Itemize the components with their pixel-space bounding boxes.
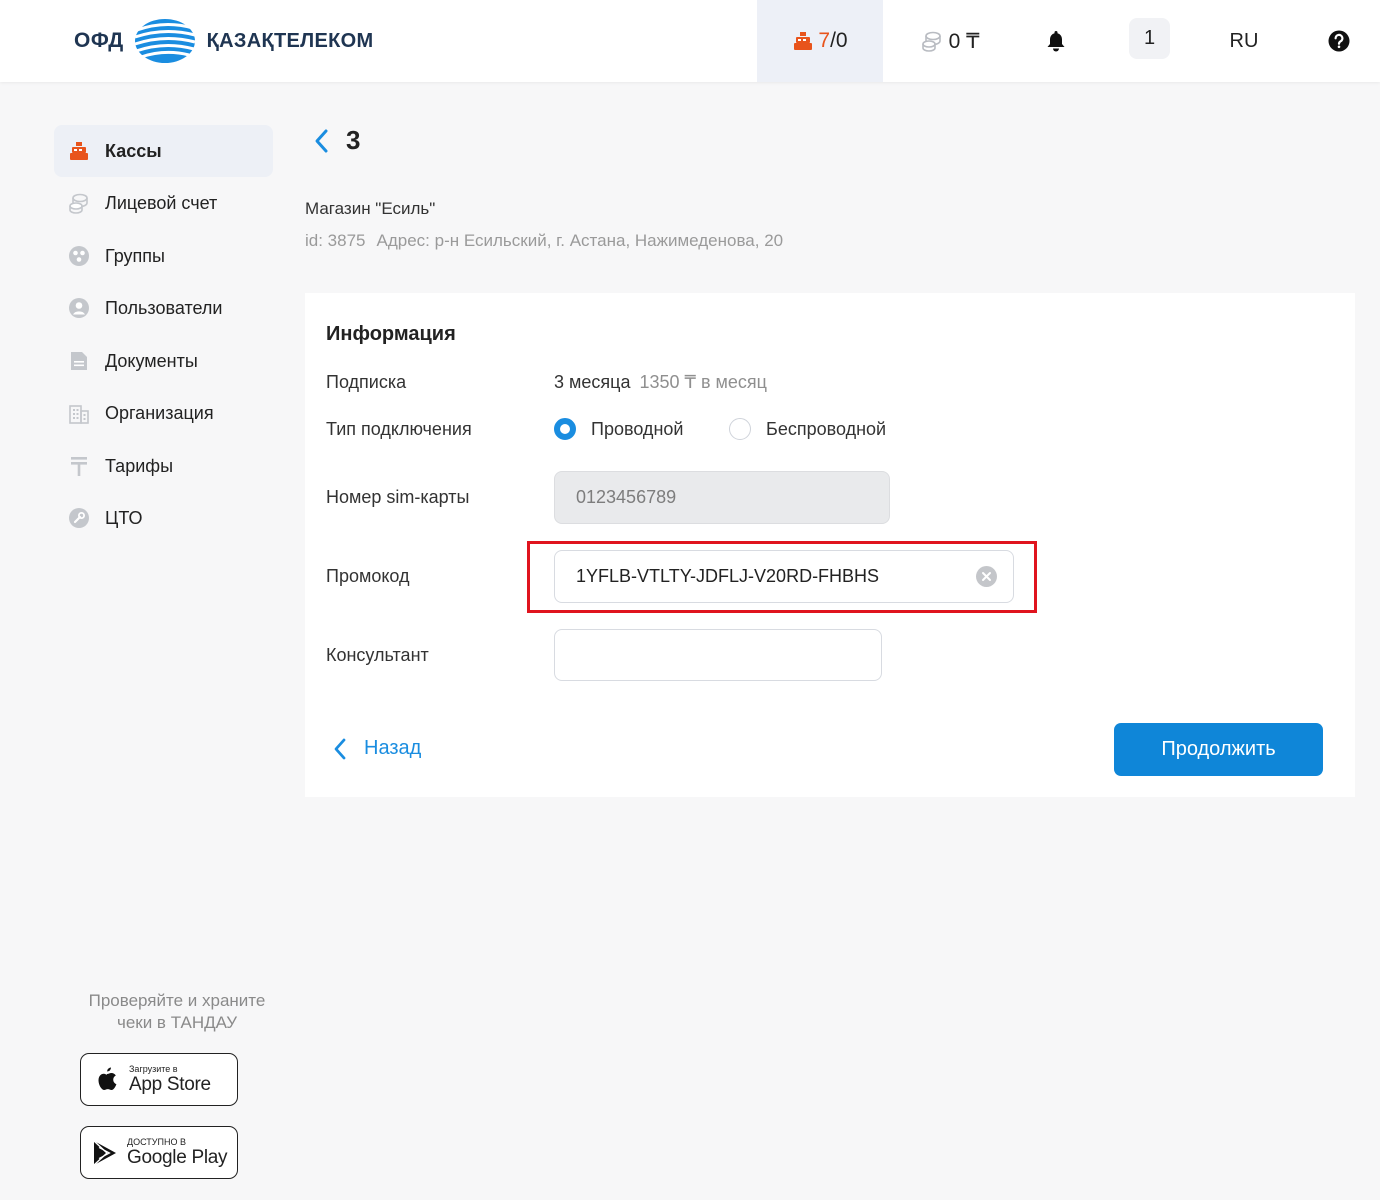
groups-icon <box>68 245 90 267</box>
sim-number-label: Номер sim-карты <box>326 487 470 507</box>
promo-line-2: чеки в ТАНДАУ <box>116 1013 238 1032</box>
shop-id: id: 3875 <box>305 231 366 250</box>
subscription-price: 1350 ₸ в месяц <box>639 372 767 392</box>
promo-code-field[interactable]: 1YFLB-VTLTY-JDFLJ-V20RD-FHBHS <box>554 550 1014 603</box>
sidebar-item-documents[interactable]: Документы <box>54 335 273 387</box>
sim-number-field: 0123456789 <box>554 471 890 524</box>
continue-button[interactable]: Продолжить <box>1114 723 1323 776</box>
app-store-small-label: Загрузите в <box>129 1064 178 1074</box>
sidebar-item-label: Лицевой счет <box>105 192 218 213</box>
balance-value: 0 ₸ <box>948 29 980 53</box>
back-chevron-icon[interactable] <box>312 128 330 154</box>
chevron-left-icon <box>334 738 346 759</box>
back-button-label: Назад <box>364 737 422 759</box>
logo[interactable]: ОФД ҚАЗАҚТЕЛЕКОМ <box>74 18 373 64</box>
help-button[interactable] <box>1318 0 1360 82</box>
sidebar-item-label: Пользователи <box>105 297 223 318</box>
kassa-rest-count: /0 <box>830 29 848 52</box>
info-card: Информация Подписка 3 месяца 1350 ₸ в мес… <box>305 293 1355 797</box>
radio-unchecked-icon <box>729 418 751 440</box>
google-play-small-label: ДОСТУПНО В <box>127 1137 186 1147</box>
sidebar-item-organization[interactable]: Организация <box>54 387 273 439</box>
logo-kazakhtelecom-text: ҚАЗАҚТЕЛЕКОМ <box>206 29 374 52</box>
notification-count-badge[interactable]: 1 <box>1129 18 1170 59</box>
connection-type-label: Тип подключения <box>326 419 472 439</box>
user-icon <box>68 297 90 319</box>
subscription-label: Подписка <box>326 372 407 392</box>
document-icon <box>68 350 90 372</box>
balance-display[interactable]: 0 ₸ <box>905 0 995 82</box>
page-title: 3 <box>346 125 361 155</box>
radio-checked-icon <box>554 418 576 440</box>
help-icon <box>1328 30 1350 52</box>
promo-code-label: Промокод <box>326 566 410 586</box>
globe-logo-icon <box>134 19 196 63</box>
sidebar-item-tariffs[interactable]: Тарифы <box>54 440 273 492</box>
coins-icon <box>921 31 941 52</box>
top-header: ОФД ҚАЗАҚТЕЛЕКОМ 7/0 0 ₸ 1 RU <box>0 0 1380 82</box>
sidebar-item-label: Тарифы <box>105 455 174 476</box>
tandau-promo-text: Проверяйте и храните чеки в ТАНДАУ <box>70 990 284 1034</box>
sidebar-item-label: Документы <box>105 350 198 371</box>
radio-wireless[interactable]: Беспроводной <box>729 418 886 440</box>
subscription-value: 3 месяца 1350 ₸ в месяц <box>554 372 767 393</box>
cash-register-icon <box>794 32 813 50</box>
building-icon <box>68 402 90 424</box>
sidebar-item-account[interactable]: Лицевой счет <box>54 177 273 229</box>
wrench-icon <box>68 507 90 529</box>
radio-wireless-label: Беспроводной <box>766 418 887 439</box>
sidebar-item-kassy[interactable]: Кассы <box>54 125 273 177</box>
clear-input-icon[interactable] <box>976 566 997 587</box>
consultant-label: Консультант <box>326 645 429 665</box>
app-store-label: App Store <box>129 1074 211 1095</box>
back-button[interactable]: Назад <box>333 737 421 760</box>
shop-meta: id: 3875 Адрес: р-н Есильский, г. Астана,… <box>305 231 783 251</box>
sidebar-item-label: Группы <box>105 245 165 266</box>
notifications-button[interactable] <box>1030 0 1082 82</box>
kassa-counter[interactable]: 7/0 <box>757 0 883 82</box>
app-store-button[interactable]: Загрузите в App Store <box>80 1053 238 1106</box>
google-play-label: Google Play <box>127 1147 228 1168</box>
sidebar-item-groups[interactable]: Группы <box>54 230 273 282</box>
sidebar-item-users[interactable]: Пользователи <box>54 282 273 334</box>
consultant-field[interactable] <box>554 629 882 681</box>
kassa-active-count: 7 <box>818 29 831 52</box>
radio-wired[interactable]: Проводной <box>554 418 683 440</box>
logo-ofd-text: ОФД <box>74 29 124 52</box>
shop-name: Магазин "Есиль" <box>305 199 436 218</box>
promo-line-1: Проверяйте и храните <box>88 991 266 1010</box>
sidebar-item-label: Организация <box>105 402 214 423</box>
apple-icon <box>98 1067 117 1090</box>
radio-wired-label: Проводной <box>591 418 684 439</box>
subscription-period: 3 месяца <box>554 372 631 392</box>
sidebar-item-label: ЦТО <box>105 507 143 528</box>
language-switch[interactable]: RU <box>1215 0 1273 82</box>
google-play-button[interactable]: ДОСТУПНО В Google Play <box>80 1126 238 1179</box>
card-title: Информация <box>326 323 456 345</box>
tenge-icon <box>68 455 90 477</box>
google-play-icon <box>93 1139 116 1166</box>
shop-address: Адрес: р-н Есильский, г. Астана, Нажимед… <box>376 231 784 250</box>
sidebar-item-label: Кассы <box>105 140 162 161</box>
sidebar-item-cto[interactable]: ЦТО <box>54 492 273 544</box>
coins-icon <box>68 192 90 214</box>
bell-icon <box>1047 31 1065 52</box>
promo-code-value: 1YFLB-VTLTY-JDFLJ-V20RD-FHBHS <box>576 566 880 586</box>
cash-register-icon <box>68 140 90 162</box>
